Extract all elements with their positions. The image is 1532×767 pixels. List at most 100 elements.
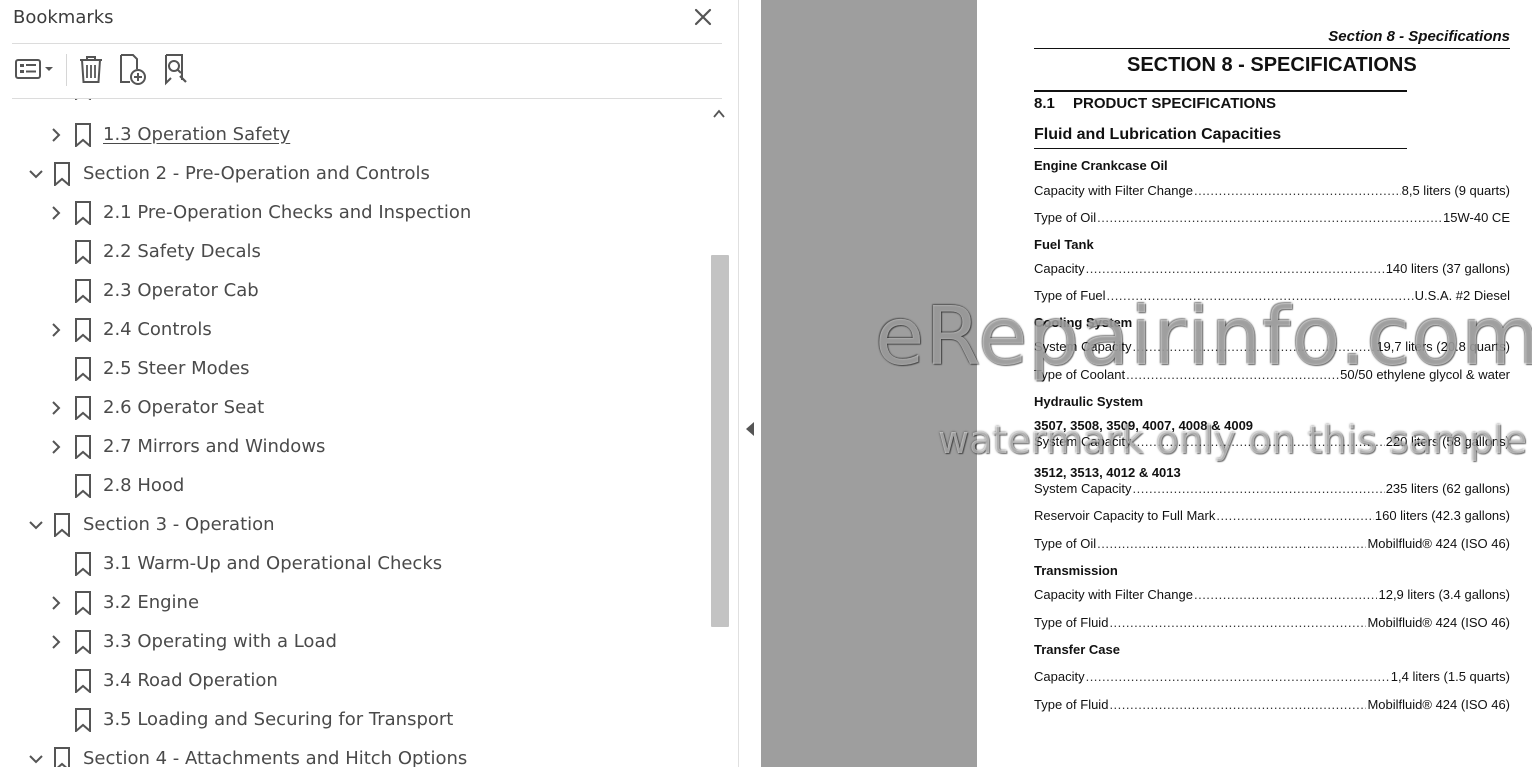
bookmark-row[interactable]: 3.4 Road Operation [0,662,706,701]
chevron-down-icon[interactable] [28,751,44,767]
bookmark-label[interactable]: 2.3 Operator Cab [103,280,259,301]
bookmark-row[interactable]: 2.6 Operator Seat [0,389,706,428]
bookmark-row[interactable]: 2.1 Pre-Operation Checks and Inspection [0,194,706,233]
section-rule [1034,90,1407,92]
panel-collapse-strip [739,0,761,767]
bookmark-section-row[interactable]: Section 3 - Operation [0,506,706,545]
collapse-left-icon[interactable] [744,420,756,438]
spec-label: System Capacity [1034,339,1132,354]
bookmark-label[interactable]: 1.3 Operation Safety [103,124,290,145]
bookmark-icon [74,474,92,500]
trash-icon[interactable] [74,50,108,88]
bookmark-row[interactable]: 2.2 Safety Decals [0,233,706,272]
bookmark-row-clipped [0,99,706,108]
spec-value: U.S.A. #2 Diesel [1414,288,1510,303]
bookmark-label[interactable]: 2.4 Controls [103,319,212,340]
list-options-icon[interactable] [12,50,58,88]
dot-leader [1086,669,1390,684]
bookmark-icon [74,591,92,617]
subsection-number: 8.1 [1034,95,1055,112]
bookmark-label[interactable]: 3.3 Operating with a Load [103,631,337,652]
spec-value: 1,4 liters (1.5 quarts) [1390,669,1510,684]
chevron-down-icon[interactable] [28,166,44,182]
spec-label: Type of Fluid [1034,615,1109,630]
bookmark-row[interactable]: 3.3 Operating with a Load [0,623,706,662]
bookmark-row[interactable]: 2.4 Controls [0,311,706,350]
bookmark-label[interactable]: 3.2 Engine [103,592,199,613]
bookmarks-panel: Bookmarks 1.3 Operation Safety Section 2… [0,0,738,767]
bookmark-label[interactable]: 3.5 Loading and Securing for Transport [103,709,453,730]
spec-value: 220 liters (58 gallons) [1385,434,1510,449]
fluid-title-rule [1034,148,1407,149]
bookmark-icon [74,708,92,734]
header-divider [12,43,722,44]
bookmark-row[interactable]: 2.7 Mirrors and Windows [0,428,706,467]
bookmark-section-row[interactable]: Section 2 - Pre-Operation and Controls [0,155,706,194]
section-title: SECTION 8 - SPECIFICATIONS [1127,54,1417,76]
dot-leader [1216,508,1374,523]
spec-value: 50/50 ethylene glycol & water [1340,367,1510,382]
dot-leader [1109,697,1366,712]
bookmark-row[interactable]: 2.8 Hood [0,467,706,506]
bookmark-label[interactable]: 2.8 Hood [103,475,184,496]
spec-label: Capacity [1034,261,1085,276]
bookmark-row[interactable]: 3.5 Loading and Securing for Transport [0,701,706,740]
bookmark-row[interactable]: 3.1 Warm-Up and Operational Checks [0,545,706,584]
spec-line: Reservoir Capacity to Full Mark 160 liter… [1034,508,1510,524]
spec-value: 15W-40 CE [1443,210,1510,225]
bookmark-label[interactable]: 2.7 Mirrors and Windows [103,436,325,457]
close-icon[interactable] [692,6,714,28]
add-bookmark-icon[interactable] [114,50,150,88]
bookmark-icon [74,99,92,102]
bookmark-section-row[interactable]: Section 4 - Attachments and Hitch Option… [0,740,706,767]
spec-value: 160 liters (42.3 gallons) [1374,508,1510,523]
scrollbar-thumb[interactable] [711,255,729,627]
dot-leader [1097,536,1366,551]
bookmark-label[interactable]: 3.1 Warm-Up and Operational Checks [103,553,442,574]
scroll-up-icon[interactable] [712,107,726,121]
dot-leader [1097,210,1442,225]
bookmark-row[interactable]: 2.3 Operator Cab [0,272,706,311]
chevron-down-icon[interactable] [28,517,44,533]
bookmark-icon [74,201,92,227]
spec-line: Type of Oil 15W-40 CE [1034,210,1510,226]
bookmark-row[interactable]: 1.3 Operation Safety [0,116,706,155]
spec-line: System Capacity 220 liters (58 gallons) [1034,434,1510,450]
spec-group-heading: 3512, 3513, 4012 & 4013 [1034,465,1181,480]
chevron-right-icon[interactable] [48,127,64,143]
bookmark-label[interactable]: Section 3 - Operation [83,514,275,535]
spec-label: Type of Coolant [1034,367,1126,382]
bookmark-row[interactable]: 3.2 Engine [0,584,706,623]
bookmark-label[interactable]: 2.6 Operator Seat [103,397,264,418]
spec-label: Capacity with Filter Change [1034,587,1193,602]
bookmark-label[interactable]: 3.4 Road Operation [103,670,278,691]
dot-leader [1133,339,1376,354]
bookmark-label[interactable]: 2.2 Safety Decals [103,241,261,262]
spec-group-heading: Fuel Tank [1034,237,1094,252]
dot-leader [1133,434,1385,449]
bookmarks-scrollbar[interactable] [708,103,730,767]
bookmark-row[interactable]: 2.5 Steer Modes [0,350,706,389]
find-bookmark-icon[interactable] [158,50,194,88]
chevron-right-icon[interactable] [48,439,64,455]
bookmarks-title: Bookmarks [13,7,114,28]
spec-label: System Capacity [1034,481,1132,496]
bookmark-label[interactable]: Section 2 - Pre-Operation and Controls [83,163,430,184]
bookmark-label[interactable]: Section 4 - Attachments and Hitch Option… [83,748,467,767]
chevron-right-icon[interactable] [48,400,64,416]
chevron-right-icon[interactable] [48,205,64,221]
bookmark-label[interactable]: 2.5 Steer Modes [103,358,250,379]
chevron-right-icon[interactable] [48,322,64,338]
spec-group-heading: Transmission [1034,563,1118,578]
spec-group-heading: Engine Crankcase Oil [1034,158,1168,173]
bookmark-label[interactable]: 2.1 Pre-Operation Checks and Inspection [103,202,471,223]
chevron-right-icon[interactable] [48,595,64,611]
bookmarks-header: Bookmarks [0,0,738,38]
bookmark-icon [53,162,71,188]
spec-line: System Capacity 19,7 liters (20.8 quarts) [1034,339,1510,355]
dot-leader [1086,261,1385,276]
spec-line: Capacity 140 liters (37 gallons) [1034,261,1510,277]
chevron-right-icon[interactable] [48,634,64,650]
spec-line: Type of Oil Mobilfluid® 424 (ISO 46) [1034,536,1510,552]
bookmark-icon [53,513,71,539]
